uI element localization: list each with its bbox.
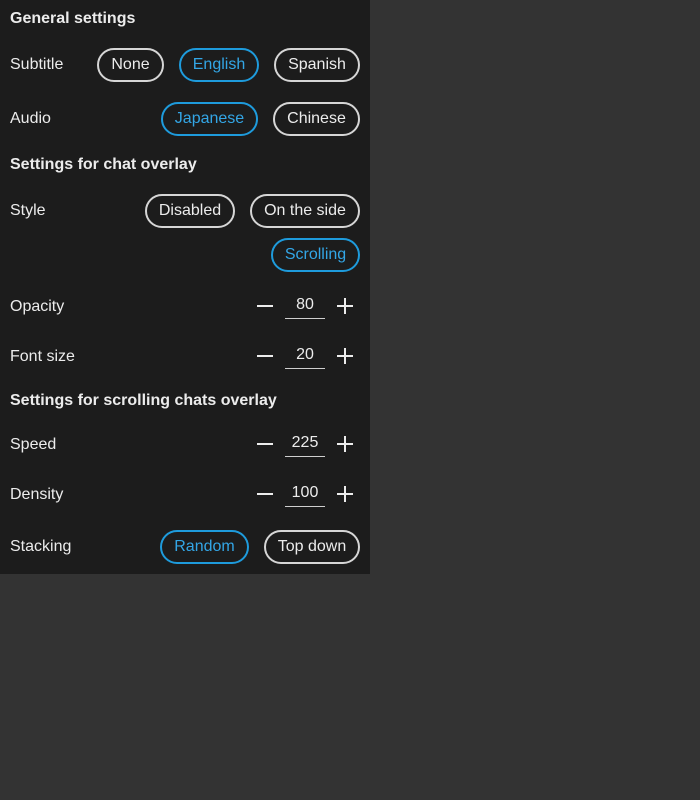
chat-overlay-heading: Settings for chat overlay: [10, 156, 197, 173]
font-size-decrement-button[interactable]: [254, 345, 276, 367]
minus-icon: [257, 305, 273, 307]
audio-option-chinese[interactable]: Chinese: [273, 102, 360, 136]
minus-icon: [257, 443, 273, 445]
stacking-option-random[interactable]: Random: [160, 530, 249, 564]
font-size-value[interactable]: 20: [285, 345, 325, 369]
minus-icon: [257, 493, 273, 495]
subtitle-option-english[interactable]: English: [179, 48, 259, 82]
minus-icon: [257, 355, 273, 357]
style-label: Style: [10, 202, 46, 219]
speed-value[interactable]: 225: [285, 433, 325, 457]
plus-icon: [337, 348, 353, 364]
stacking-label: Stacking: [10, 538, 72, 555]
style-option-disabled[interactable]: Disabled: [145, 194, 235, 228]
density-value[interactable]: 100: [285, 483, 325, 507]
audio-label: Audio: [10, 110, 51, 127]
speed-decrement-button[interactable]: [254, 433, 276, 455]
subtitle-option-none[interactable]: None: [97, 48, 164, 82]
plus-icon: [337, 298, 353, 314]
speed-increment-button[interactable]: [334, 433, 356, 455]
stacking-option-top-down[interactable]: Top down: [264, 530, 360, 564]
subtitle-label: Subtitle: [10, 56, 64, 73]
opacity-label: Opacity: [10, 298, 65, 315]
plus-icon: [337, 436, 353, 452]
font-size-increment-button[interactable]: [334, 345, 356, 367]
plus-icon: [337, 486, 353, 502]
style-option-scrolling[interactable]: Scrolling: [271, 238, 360, 272]
density-label: Density: [10, 486, 64, 503]
density-decrement-button[interactable]: [254, 483, 276, 505]
settings-panel: General settings Subtitle None English S…: [0, 0, 370, 574]
scrolling-overlay-heading: Settings for scrolling chats overlay: [10, 392, 277, 409]
subtitle-option-spanish[interactable]: Spanish: [274, 48, 360, 82]
speed-label: Speed: [10, 436, 57, 453]
audio-option-japanese[interactable]: Japanese: [161, 102, 258, 136]
opacity-value[interactable]: 80: [285, 295, 325, 319]
general-settings-heading: General settings: [10, 10, 136, 27]
density-increment-button[interactable]: [334, 483, 356, 505]
font-size-label: Font size: [10, 348, 75, 365]
style-option-on-the-side[interactable]: On the side: [250, 194, 360, 228]
opacity-increment-button[interactable]: [334, 295, 356, 317]
opacity-decrement-button[interactable]: [254, 295, 276, 317]
